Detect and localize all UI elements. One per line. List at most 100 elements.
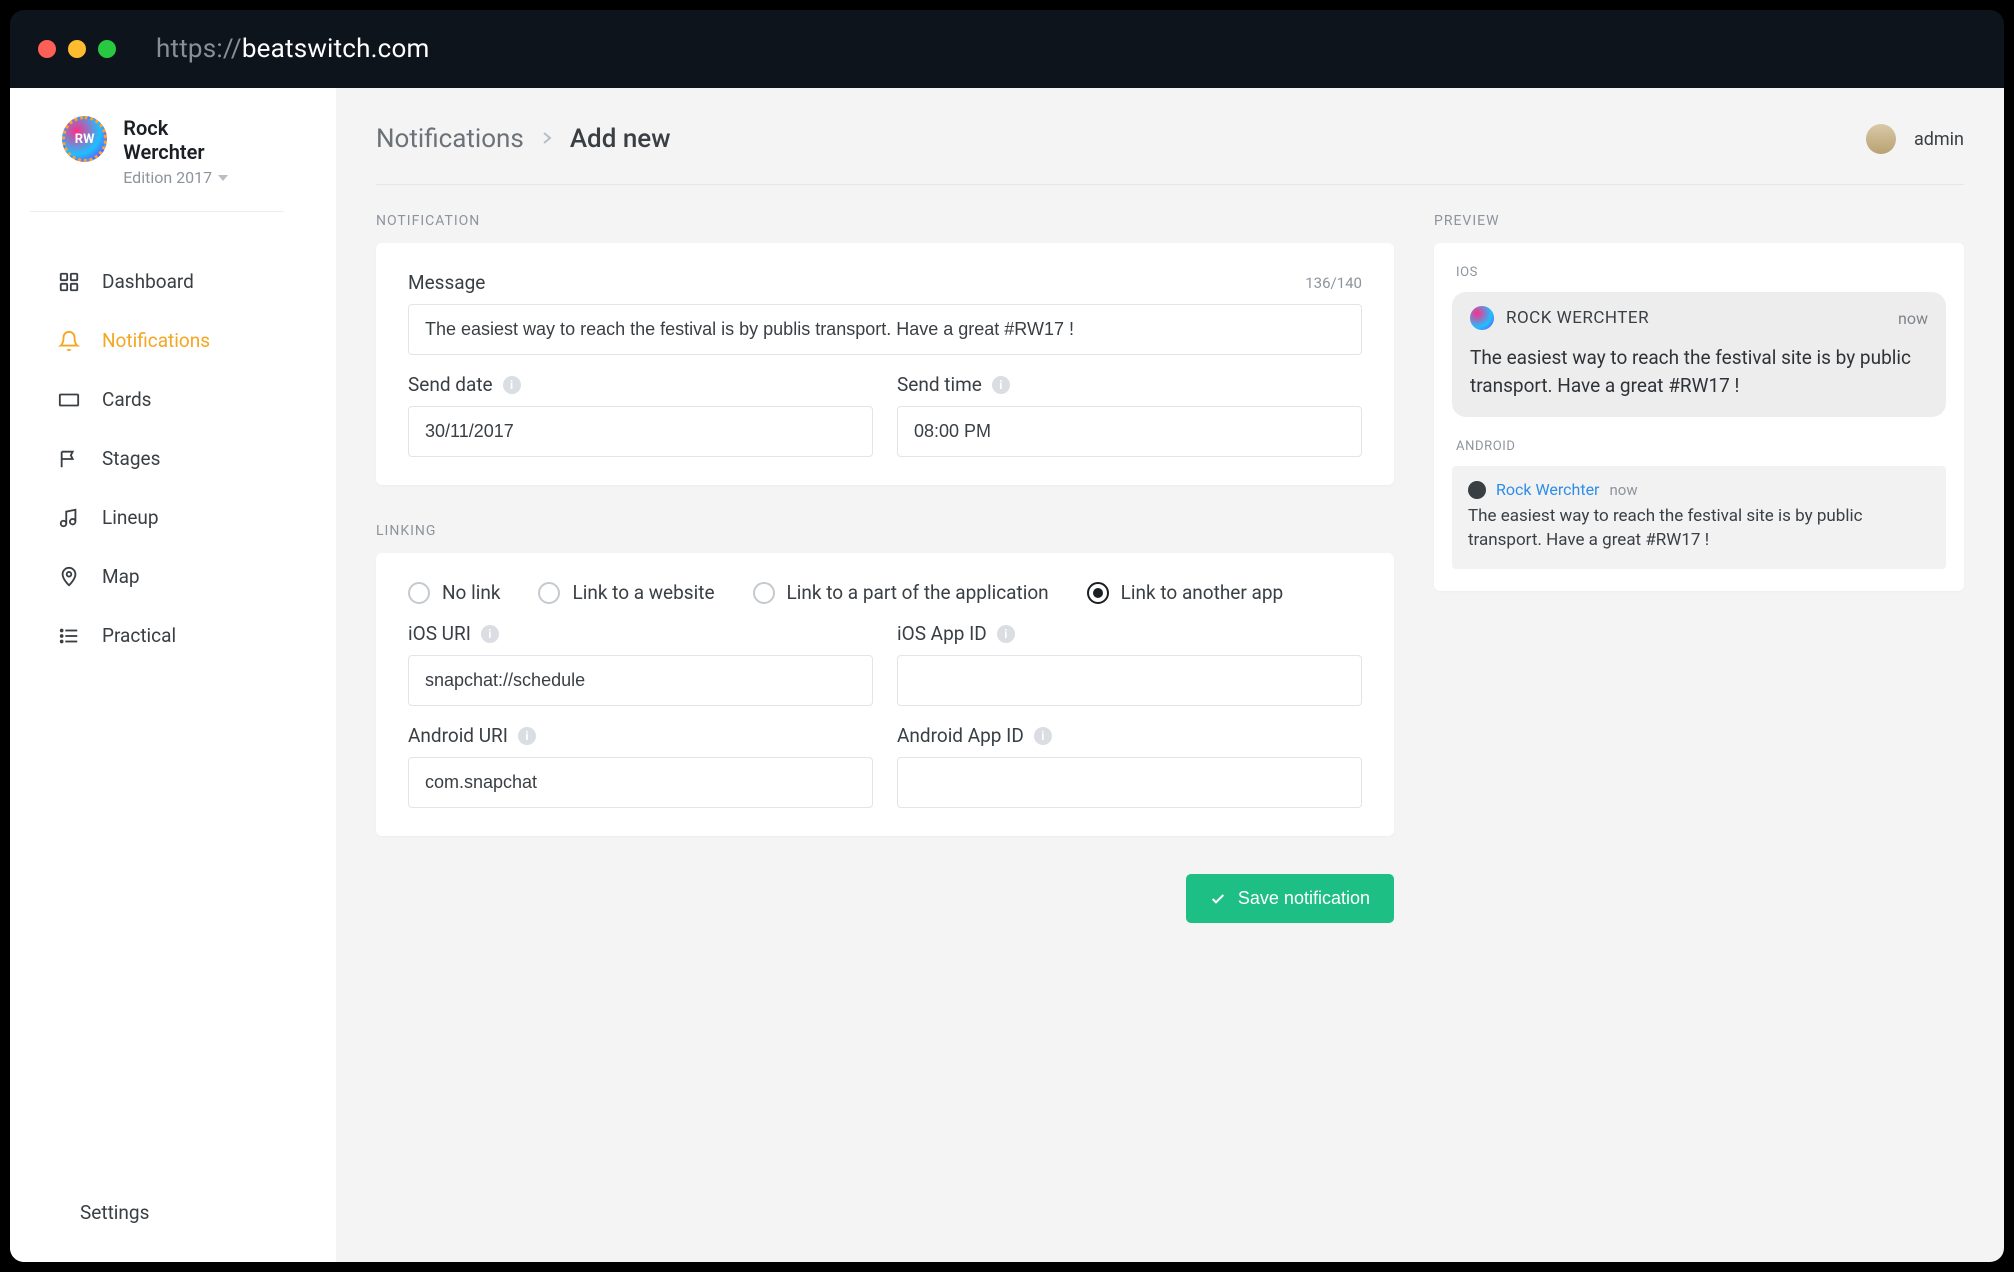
- ios-body-text: The easiest way to reach the festival si…: [1470, 344, 1928, 399]
- flag-icon: [58, 448, 80, 470]
- app-logo-icon: [1468, 481, 1486, 499]
- message-label: Message: [408, 271, 485, 294]
- url-prefix: https://: [156, 34, 242, 64]
- ios-app-name: ROCK WERCHTER: [1506, 308, 1649, 328]
- main-content: Notifications Add new admin NOTIFICATION: [336, 88, 2004, 1262]
- music-icon: [58, 507, 80, 529]
- send-time-label: Send time i: [897, 373, 1362, 396]
- radio-icon: [408, 582, 430, 604]
- send-date-label: Send date i: [408, 373, 873, 396]
- radio-link-website[interactable]: Link to a website: [538, 581, 714, 604]
- radio-label: Link to another app: [1121, 581, 1284, 604]
- window-minimize-button[interactable]: [68, 40, 86, 58]
- send-date-input[interactable]: [408, 406, 873, 457]
- cards-icon: [58, 389, 80, 411]
- pin-icon: [58, 566, 80, 588]
- avatar: [1866, 124, 1896, 154]
- breadcrumb-root[interactable]: Notifications: [376, 124, 524, 154]
- android-uri-input[interactable]: [408, 757, 873, 808]
- preview-column: PREVIEW IOS ROCK WERCHTER now The easies…: [1434, 213, 1964, 923]
- info-icon[interactable]: i: [481, 625, 499, 643]
- save-button-label: Save notification: [1238, 888, 1370, 909]
- android-uri-field: Android URI i: [408, 724, 873, 808]
- ios-timestamp: now: [1898, 309, 1928, 328]
- send-date-field: Send date i: [408, 373, 873, 457]
- window-close-button[interactable]: [38, 40, 56, 58]
- sidebar-nav: Dashboard Notifications Cards: [10, 224, 336, 1183]
- radio-label: Link to a website: [572, 581, 714, 604]
- radio-label: Link to a part of the application: [787, 581, 1049, 604]
- preview-ios-label: IOS: [1456, 265, 1946, 280]
- save-button[interactable]: Save notification: [1186, 874, 1394, 923]
- breadcrumb-current: Add new: [570, 124, 671, 154]
- bell-icon: [58, 330, 80, 352]
- ios-uri-field: iOS URI i: [408, 622, 873, 706]
- app-logo-icon: [1470, 306, 1494, 330]
- info-icon[interactable]: i: [1034, 727, 1052, 745]
- list-icon: [58, 625, 80, 647]
- sidebar-item-settings[interactable]: Settings: [10, 1183, 336, 1242]
- send-time-input[interactable]: [897, 406, 1362, 457]
- brand-block[interactable]: Rock Werchter Edition 2017: [30, 116, 284, 212]
- sidebar-item-stages[interactable]: Stages: [10, 429, 336, 488]
- message-field: Message 136/140: [408, 271, 1362, 355]
- chevron-right-icon: [542, 129, 552, 150]
- ios-notification-preview: ROCK WERCHTER now The easiest way to rea…: [1452, 292, 1946, 417]
- radio-no-link[interactable]: No link: [408, 581, 500, 604]
- brand-subtitle[interactable]: Edition 2017: [123, 168, 252, 187]
- header-user-block[interactable]: admin: [1866, 124, 1964, 154]
- check-icon: [1210, 891, 1226, 907]
- send-time-label-text: Send time: [897, 373, 982, 396]
- window-maximize-button[interactable]: [98, 40, 116, 58]
- sidebar-item-map[interactable]: Map: [10, 547, 336, 606]
- message-input[interactable]: [408, 304, 1362, 355]
- ios-appid-label-text: iOS App ID: [897, 622, 987, 645]
- sidebar-item-notifications[interactable]: Notifications: [10, 311, 336, 370]
- ios-uri-label: iOS URI i: [408, 622, 873, 645]
- preview-card: IOS ROCK WERCHTER now The easiest way to…: [1434, 243, 1964, 591]
- brand-text: Rock Werchter Edition 2017: [123, 116, 252, 187]
- ios-uri-input[interactable]: [408, 655, 873, 706]
- sidebar-item-label: Map: [102, 565, 140, 588]
- brand-logo-icon: [62, 116, 107, 162]
- title-bar: https://beatswitch.com: [10, 10, 2004, 88]
- android-appid-label-text: Android App ID: [897, 724, 1024, 747]
- android-app-name: Rock Werchter: [1496, 480, 1599, 499]
- notification-card: Message 136/140 Send date i: [376, 243, 1394, 485]
- sidebar-item-practical[interactable]: Practical: [10, 606, 336, 665]
- android-appid-label: Android App ID i: [897, 724, 1362, 747]
- info-icon[interactable]: i: [997, 625, 1015, 643]
- ios-appid-label: iOS App ID i: [897, 622, 1362, 645]
- info-icon[interactable]: i: [992, 376, 1010, 394]
- dashboard-icon: [58, 271, 80, 293]
- sidebar-item-lineup[interactable]: Lineup: [10, 488, 336, 547]
- android-appid-input[interactable]: [897, 757, 1362, 808]
- sidebar-item-label: Dashboard: [102, 270, 194, 293]
- url-bar[interactable]: https://beatswitch.com: [156, 34, 430, 64]
- sidebar-item-label: Stages: [102, 447, 160, 470]
- breadcrumb: Notifications Add new admin: [376, 124, 1964, 185]
- send-date-label-text: Send date: [408, 373, 493, 396]
- android-body-text: The easiest way to reach the festival si…: [1468, 505, 1930, 553]
- ios-appid-field: iOS App ID i: [897, 622, 1362, 706]
- browser-window: https://beatswitch.com Rock Werchter Edi…: [10, 10, 2004, 1262]
- sidebar-item-cards[interactable]: Cards: [10, 370, 336, 429]
- android-notification-preview: Rock Werchter now The easiest way to rea…: [1452, 466, 1946, 569]
- ios-uri-label-text: iOS URI: [408, 622, 471, 645]
- radio-icon: [1087, 582, 1109, 604]
- android-uri-label: Android URI i: [408, 724, 873, 747]
- sidebar-item-label: Practical: [102, 624, 176, 647]
- send-time-field: Send time i: [897, 373, 1362, 457]
- radio-link-another-app[interactable]: Link to another app: [1087, 581, 1284, 604]
- content-columns: NOTIFICATION Message 136/140: [376, 213, 1964, 923]
- radio-label: No link: [442, 581, 500, 604]
- radio-icon: [538, 582, 560, 604]
- info-icon[interactable]: i: [518, 727, 536, 745]
- ios-appid-input[interactable]: [897, 655, 1362, 706]
- preview-android-label: ANDROID: [1456, 439, 1946, 454]
- sidebar-item-dashboard[interactable]: Dashboard: [10, 252, 336, 311]
- android-timestamp: now: [1609, 481, 1637, 499]
- info-icon[interactable]: i: [503, 376, 521, 394]
- user-label: admin: [1914, 129, 1964, 150]
- radio-link-app-part[interactable]: Link to a part of the application: [753, 581, 1049, 604]
